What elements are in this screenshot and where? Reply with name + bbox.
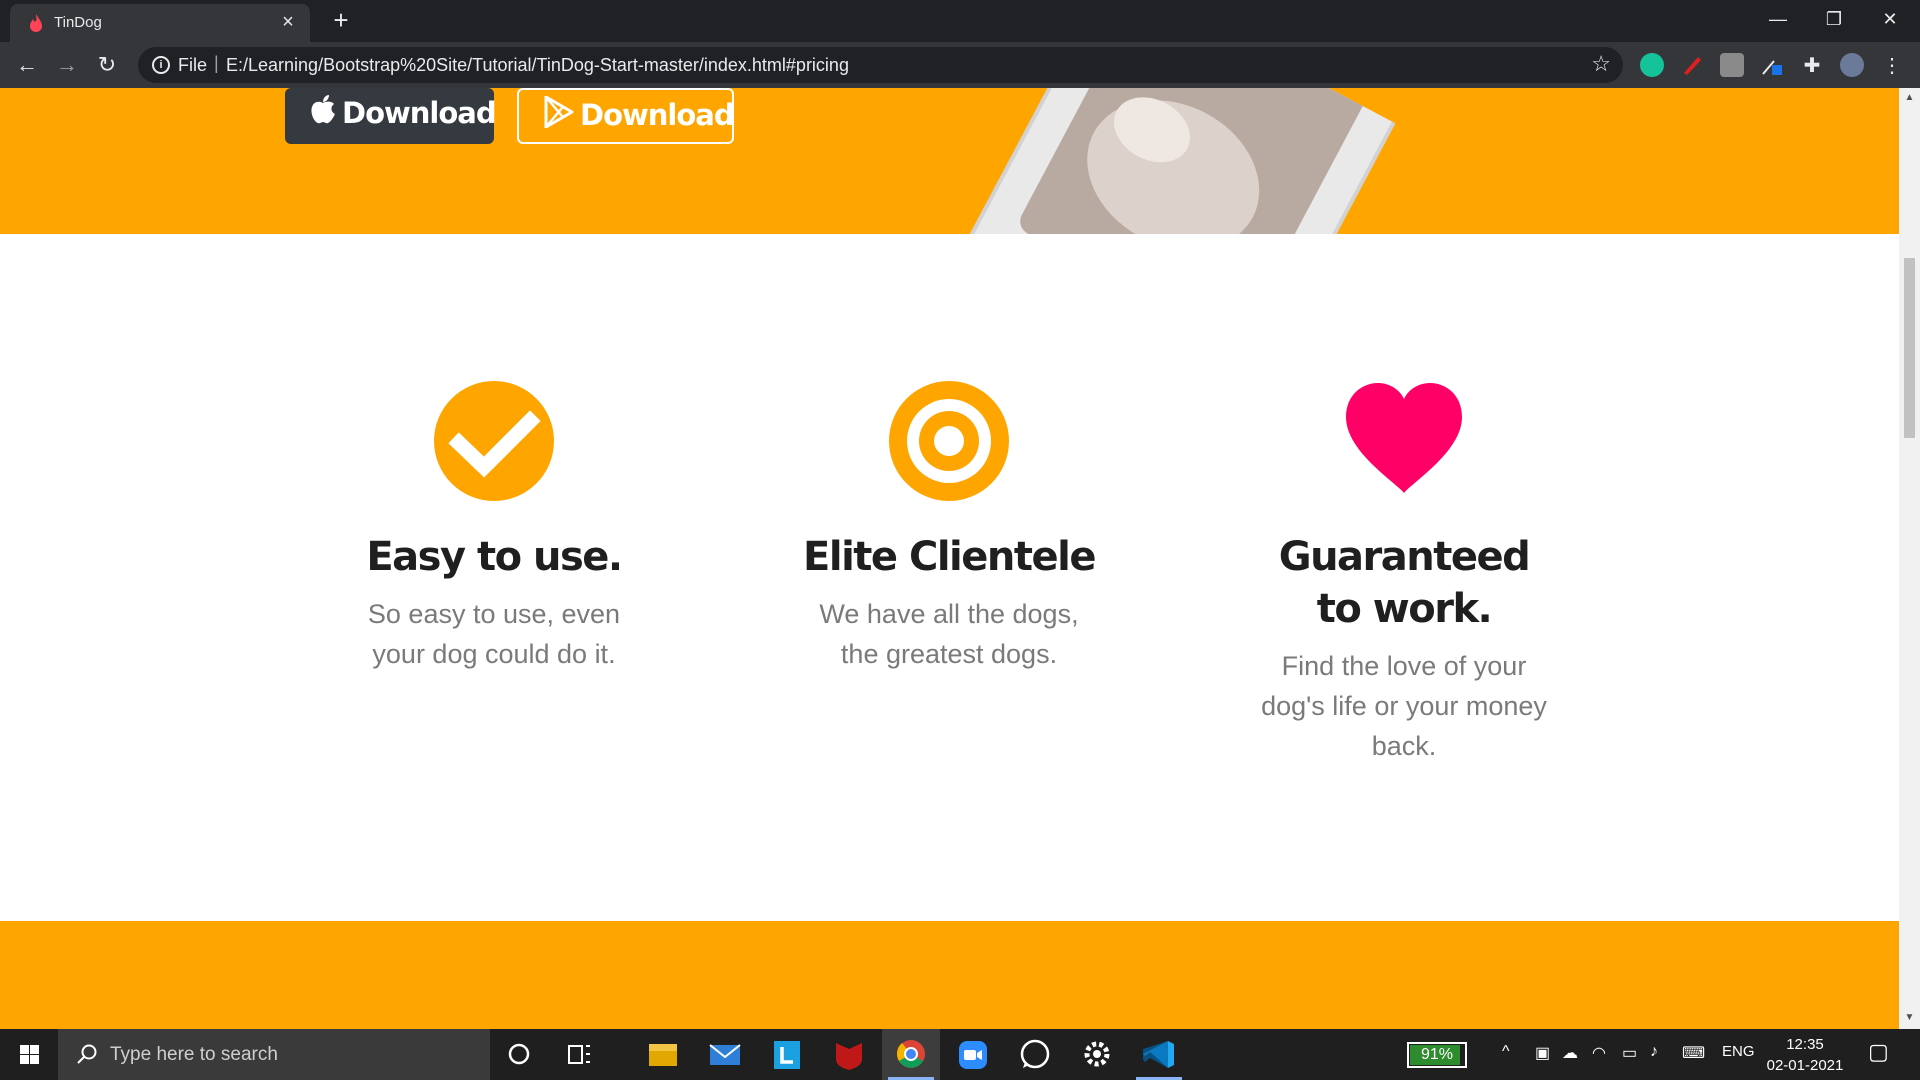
check-circle-icon	[434, 381, 554, 501]
battery-percent: 91%	[1420, 1046, 1454, 1063]
testimonials-section	[0, 921, 1899, 1029]
file-explorer-icon[interactable]	[634, 1029, 692, 1080]
forward-icon[interactable]: →	[52, 50, 82, 80]
feature-description: So easy to use, even your dog could do i…	[367, 599, 621, 669]
extensions-puzzle-icon[interactable]: ✚	[1800, 53, 1824, 77]
language-indicator[interactable]: ENG	[1722, 1043, 1755, 1060]
battery-indicator[interactable]: 91%	[1407, 1042, 1467, 1068]
tray-overflow-chevron-icon[interactable]: ^	[1502, 1043, 1510, 1061]
feature-description: Find the love of your dog's life or your…	[1261, 651, 1547, 761]
tab-title: TinDog	[54, 14, 102, 31]
vscode-icon[interactable]	[1130, 1029, 1188, 1080]
windows-start-icon[interactable]	[0, 1029, 58, 1080]
touch-keyboard-icon[interactable]: ⌨	[1682, 1043, 1705, 1063]
address-bar[interactable]: i File | E:/Learning/Bootstrap%20Site/Tu…	[138, 47, 1623, 83]
feature-title: Easy to use.	[366, 534, 623, 580]
url-separator: |	[214, 53, 219, 73]
restore-icon[interactable]: ❐	[1806, 0, 1862, 40]
features-section: Easy to use. So easy to use, even your d…	[0, 234, 1899, 921]
apple-download-button[interactable]: Download	[285, 88, 497, 144]
chrome-icon[interactable]	[882, 1029, 940, 1080]
cortana-icon[interactable]	[490, 1029, 548, 1080]
wifi-icon[interactable]: ◠	[1592, 1043, 1606, 1063]
apple-download-label: Download	[342, 96, 497, 130]
clock-time: 12:35	[1786, 1036, 1824, 1053]
scrollbar-thumb[interactable]	[1904, 258, 1915, 438]
url-text[interactable]: E:/Learning/Bootstrap%20Site/Tutorial/Ti…	[226, 55, 849, 76]
mail-icon[interactable]	[696, 1029, 754, 1080]
browser-tab-strip: TinDog × + — ❐ ✕	[0, 0, 1920, 42]
grey-extension-icon[interactable]	[1720, 53, 1744, 77]
scroll-up-icon[interactable]: ▲	[1903, 92, 1916, 105]
task-view-icon[interactable]	[550, 1029, 608, 1080]
battery-icon[interactable]: ▭	[1622, 1043, 1637, 1063]
feature-title: Guaranteed to work.	[1278, 534, 1531, 632]
minimize-icon[interactable]: —	[1750, 0, 1806, 40]
search-icon	[77, 1044, 97, 1064]
mcafee-icon[interactable]	[820, 1029, 878, 1080]
taskbar-search-box[interactable]: Type here to search	[58, 1029, 490, 1080]
back-icon[interactable]: ←	[12, 50, 42, 80]
iphone-mockup-image	[935, 88, 1420, 234]
grammarly-extension-icon[interactable]	[1640, 53, 1664, 77]
close-window-icon[interactable]: ✕	[1862, 0, 1918, 40]
heart-icon	[1346, 383, 1462, 493]
eyedropper-extension-icon[interactable]	[1760, 53, 1784, 77]
settings-gear-icon[interactable]	[1068, 1029, 1126, 1080]
reload-icon[interactable]: ↻	[92, 50, 122, 80]
url-scheme: File	[178, 55, 208, 75]
meet-now-icon[interactable]: ▣	[1535, 1043, 1550, 1063]
google-play-download-button[interactable]: Download	[517, 88, 735, 144]
scroll-down-icon[interactable]: ▼	[1903, 1012, 1916, 1025]
browser-toolbar: ← → ↻ i File | E:/Learning/Bootstrap%20S…	[0, 42, 1920, 88]
apple-icon	[311, 95, 335, 124]
feature-title: Elite Clientele	[803, 534, 1096, 580]
onedrive-cloud-icon[interactable]: ☁	[1562, 1043, 1578, 1063]
search-placeholder: Type here to search	[110, 1044, 278, 1065]
clock-date: 02-01-2021	[1766, 1057, 1844, 1074]
google-download-label: Download	[580, 98, 735, 132]
profile-avatar[interactable]	[1840, 53, 1864, 77]
google-play-icon	[544, 96, 574, 128]
close-tab-icon[interactable]: ×	[276, 10, 300, 34]
tindog-favicon-icon	[30, 14, 42, 32]
bullseye-icon	[889, 381, 1009, 501]
page-viewport: Download Download Easy to use. So easy t…	[0, 88, 1899, 1029]
title-section: Download Download	[0, 88, 1899, 234]
volume-icon[interactable]: ♪	[1650, 1043, 1658, 1061]
taskbar-clock[interactable]: 12:35 02-01-2021	[1762, 1034, 1848, 1076]
windows-taskbar: Type here to search 91% ^ ▣ ☁ ◠ ▭ ♪ ⌨ EN…	[0, 1029, 1920, 1080]
learning-app-icon[interactable]	[758, 1029, 816, 1080]
browser-menu-icon[interactable]: ⋮	[1880, 53, 1904, 77]
site-info-icon[interactable]: i	[152, 56, 170, 74]
feature-description: We have all the dogs, the greatest dogs.	[819, 599, 1079, 669]
bookmark-star-icon[interactable]: ☆	[1591, 51, 1611, 77]
action-center-icon[interactable]: ▢	[1868, 1039, 1889, 1065]
zoom-icon[interactable]	[944, 1029, 1002, 1080]
new-tab-icon[interactable]: +	[326, 5, 356, 35]
pen-extension-icon[interactable]	[1680, 53, 1704, 77]
page-scrollbar[interactable]: ▲ ▼	[1899, 88, 1920, 1029]
whatsapp-icon[interactable]	[1006, 1029, 1064, 1080]
tab-tindog[interactable]: TinDog ×	[10, 4, 310, 42]
